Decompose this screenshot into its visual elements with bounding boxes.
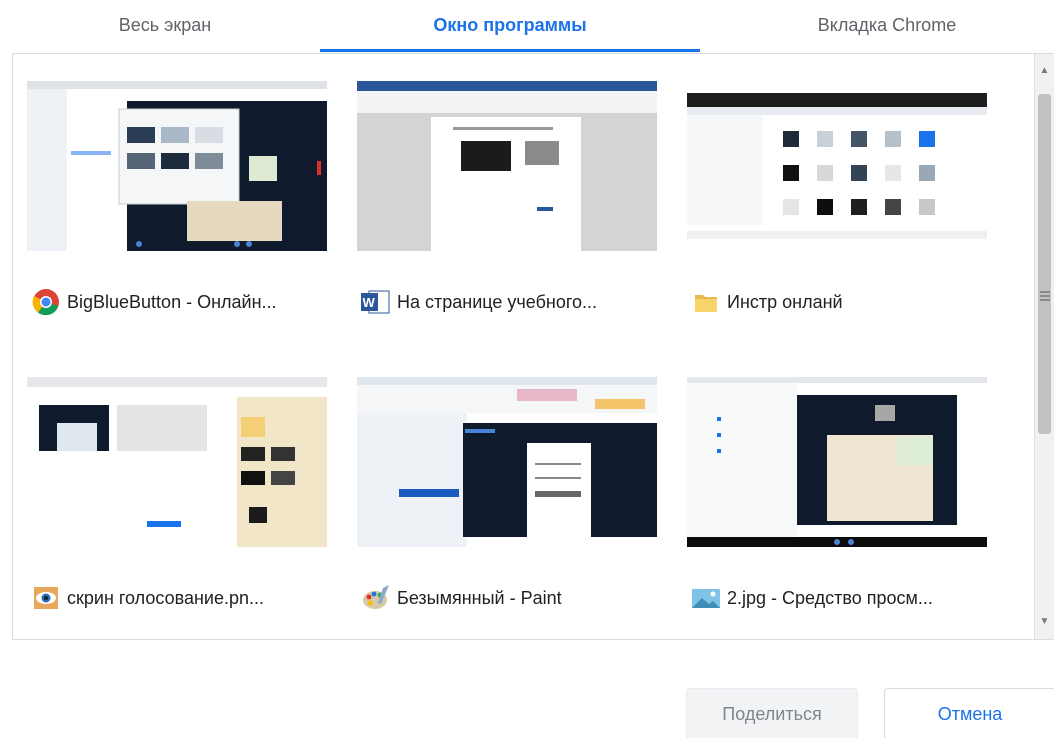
- scrollbar-thumb[interactable]: [1038, 94, 1051, 434]
- active-tab-indicator: [320, 49, 700, 52]
- window-title-text: BigBlueButton - Онлайн...: [67, 291, 277, 312]
- vertical-scrollbar[interactable]: ▲ ▼: [1034, 54, 1054, 639]
- window-title-text: На странице учебного...: [397, 291, 598, 312]
- window-title: BigBlueButton - Онлайн...: [31, 286, 277, 318]
- folder-icon: [691, 287, 721, 317]
- window-item-photo-viewer[interactable]: 2.jpg - Средство просм...: [687, 377, 997, 637]
- window-item-image-viewer[interactable]: скрин голосование.pn...: [27, 377, 337, 637]
- window-thumbnail: [357, 377, 657, 547]
- chrome-icon: [31, 287, 61, 317]
- scroll-up-arrow-icon[interactable]: ▲: [1035, 62, 1054, 80]
- window-thumbnail: [27, 377, 327, 547]
- window-title-text: скрин голосование.pn...: [67, 587, 264, 608]
- window-thumbnail: [687, 81, 987, 251]
- cancel-button[interactable]: Отмена: [884, 688, 1054, 738]
- paint-icon: [361, 583, 391, 613]
- window-item-paint[interactable]: Безымянный - Paint: [357, 377, 667, 637]
- tab-application-window[interactable]: Окно программы: [320, 0, 700, 52]
- window-thumbnail: [357, 81, 657, 251]
- image-viewer-eye-icon: [31, 583, 61, 613]
- window-item-folder[interactable]: Инстр онланй: [687, 81, 997, 341]
- window-title-text: Инстр онланй: [727, 291, 843, 312]
- window-title-text: Безымянный - Paint: [397, 587, 562, 608]
- window-title: скрин голосование.pn...: [31, 582, 264, 614]
- window-title-text: 2.jpg - Средство просм...: [727, 587, 933, 608]
- window-thumbnail: [27, 81, 327, 251]
- window-title: 2.jpg - Средство просм...: [691, 582, 933, 614]
- tab-entire-screen[interactable]: Весь экран: [0, 0, 330, 52]
- tab-chrome-tab[interactable]: Вкладка Chrome: [720, 0, 1054, 52]
- window-item-bigbluebutton[interactable]: BigBlueButton - Онлайн...: [27, 81, 337, 341]
- scroll-down-arrow-icon[interactable]: ▼: [1035, 613, 1054, 631]
- word-icon: W: [361, 287, 391, 317]
- window-title: Инстр онланй: [691, 286, 843, 318]
- scrollbar-grip-icon: [1040, 289, 1050, 303]
- window-title: W На странице учебного...: [361, 286, 597, 318]
- photo-viewer-icon: [691, 583, 721, 613]
- window-item-word[interactable]: W На странице учебного...: [357, 81, 667, 341]
- source-tabs: Весь экран Окно программы Вкладка Chrome: [0, 0, 1054, 54]
- window-grid: BigBlueButton - Онлайн... W На странице …: [13, 54, 1035, 639]
- window-title: Безымянный - Paint: [361, 582, 562, 614]
- share-button[interactable]: Поделиться: [686, 688, 858, 738]
- window-list-panel: BigBlueButton - Онлайн... W На странице …: [12, 53, 1054, 640]
- window-thumbnail: [687, 377, 987, 547]
- svg-text:W: W: [363, 295, 376, 310]
